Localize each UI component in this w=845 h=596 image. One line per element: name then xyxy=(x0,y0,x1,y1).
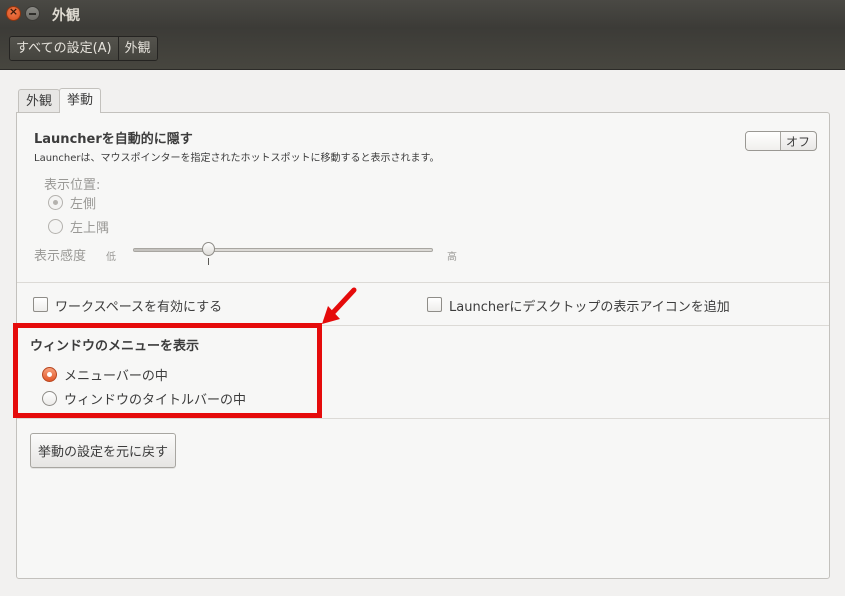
close-icon: × xyxy=(8,5,19,18)
sensitivity-slider-handle[interactable] xyxy=(202,242,215,256)
window-title: 外観 xyxy=(52,8,80,24)
location-left-radio[interactable] xyxy=(48,195,63,210)
toggle-label: オフ xyxy=(786,135,811,149)
toolbar: すべての設定(A) 外観 xyxy=(0,28,845,70)
minimize-icon xyxy=(29,13,36,15)
reveal-location-label: 表示位置: xyxy=(44,178,101,193)
show-desktop-label: Launcherにデスクトップの表示アイコンを追加 xyxy=(449,300,730,315)
location-topleft-radio[interactable] xyxy=(48,219,63,234)
sensitivity-label: 表示感度 xyxy=(34,249,87,264)
workspaces-label: ワークスペースを有効にする xyxy=(55,300,223,315)
annotation-highlight-box xyxy=(13,323,322,418)
sensitivity-high-label: 高 xyxy=(447,252,457,263)
minimize-button[interactable] xyxy=(25,6,40,21)
close-button[interactable]: × xyxy=(6,5,21,21)
sensitivity-slider-track[interactable] xyxy=(133,248,433,252)
sensitivity-slider-fill xyxy=(134,249,209,251)
window-titlebar: × 外観 xyxy=(0,0,845,28)
launcher-autohide-heading: Launcherを自動的に隠す xyxy=(34,132,193,147)
breadcrumb: すべての設定(A) 外観 xyxy=(9,36,158,61)
show-desktop-checkbox[interactable] xyxy=(427,297,442,312)
location-left-label: 左側 xyxy=(70,197,97,212)
sensitivity-low-label: 低 xyxy=(106,252,116,263)
tab-behavior[interactable]: 挙動 xyxy=(59,88,102,113)
tab-bar: 外観 挙動 xyxy=(18,88,102,113)
toggle-knob xyxy=(746,132,781,150)
tab-appearance[interactable]: 外観 xyxy=(18,89,61,113)
separator xyxy=(17,418,829,419)
annotation-arrow-icon xyxy=(322,287,357,324)
separator xyxy=(17,282,829,283)
autohide-toggle[interactable]: オフ xyxy=(745,131,817,151)
reset-behavior-button[interactable]: 挙動の設定を元に戻す xyxy=(30,433,177,468)
workspaces-checkbox[interactable] xyxy=(33,297,48,312)
all-settings-button[interactable]: すべての設定(A) xyxy=(10,37,118,60)
sensitivity-slider-tick xyxy=(208,258,209,265)
location-topleft-label: 左上隅 xyxy=(70,221,110,236)
breadcrumb-current[interactable]: 外観 xyxy=(117,37,157,60)
launcher-autohide-description: Launcherは、マウスポインターを指定されたホットスポットに移動すると表示さ… xyxy=(34,153,440,164)
